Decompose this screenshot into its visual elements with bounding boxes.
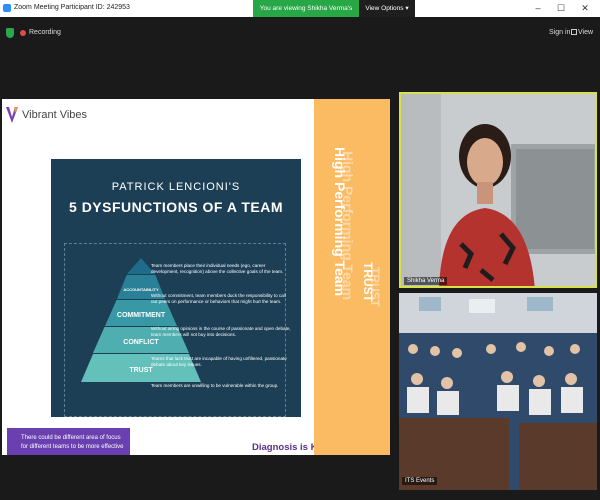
maximize-button[interactable]: ☐ [551,0,571,17]
slide-sidebar: High Performing Team High Performing Tea… [314,99,390,455]
participant-name-label: Shikha Verma [404,277,448,285]
sidebar-title: High Performing Team [332,147,348,297]
close-button[interactable]: ✕ [575,0,595,17]
minimize-button[interactable]: – [528,0,548,17]
participant-video-its-events[interactable]: ITS Events [399,293,597,490]
participant-name-label: ITS Events [402,477,438,485]
recording-label[interactable]: Recording [29,29,61,36]
participant-video-frame [401,94,595,286]
panel-title-main: 5 DYSFUNCTIONS OF A TEAM [69,199,283,215]
pyramid-desc-results: Team members place their individual need… [151,263,284,274]
focus-callout: There could be different area of focus f… [7,428,130,455]
window-title: Zoom Meeting Participant ID: 242953 [14,4,130,11]
recording-icon [20,30,26,36]
pyramid-layer-label: TRUST [129,367,153,374]
zoom-logo-icon [3,4,11,12]
pyramid-layer-label: ACCOUNTABILITY [123,287,159,292]
participant-video-frame [399,293,597,490]
pyramid-layer-label: CONFLICT [123,339,159,346]
grid-view-icon[interactable] [571,29,577,35]
view-options-button[interactable]: View Options ▾ [359,0,415,17]
panel-title-author: PATRICK LENCIONI'S [111,181,241,193]
pyramid-desc-trust: Team members are unwilling to be vulnera… [151,383,279,388]
view-button[interactable]: View [578,29,593,36]
brand-name: Vibrant Vibes [22,109,88,121]
shared-slide: Vibrant Vibes PATRICK LENCIONI'S 5 DYSFU… [2,99,390,455]
dysfunctions-panel: PATRICK LENCIONI'S 5 DYSFUNCTIONS OF A T… [51,159,301,417]
vibrant-vibes-logo-icon [6,107,18,123]
pyramid-desc-accountability: Without commitment, team members duck th… [151,293,286,304]
view-options-label: View Options [365,5,404,12]
sidebar-trust: TRUST [361,262,375,302]
pyramid-desc-commitment: Without airing opinions in the course of… [151,326,291,337]
chevron-down-icon: ▾ [405,5,409,12]
participant-video-shikha[interactable]: Shikha Verma [399,92,597,288]
meeting-toolbar: Recording Sign in View [0,17,600,50]
pyramid-desc-conflict: Teams that lack trust are incapable of h… [151,356,287,367]
screen-share-banner: You are viewing Shikha Verma's screen [253,0,359,29]
sign-in-button[interactable]: Sign in [549,29,570,36]
shield-icon[interactable] [6,28,14,38]
pyramid-layer-label: COMMITMENT [116,312,166,319]
